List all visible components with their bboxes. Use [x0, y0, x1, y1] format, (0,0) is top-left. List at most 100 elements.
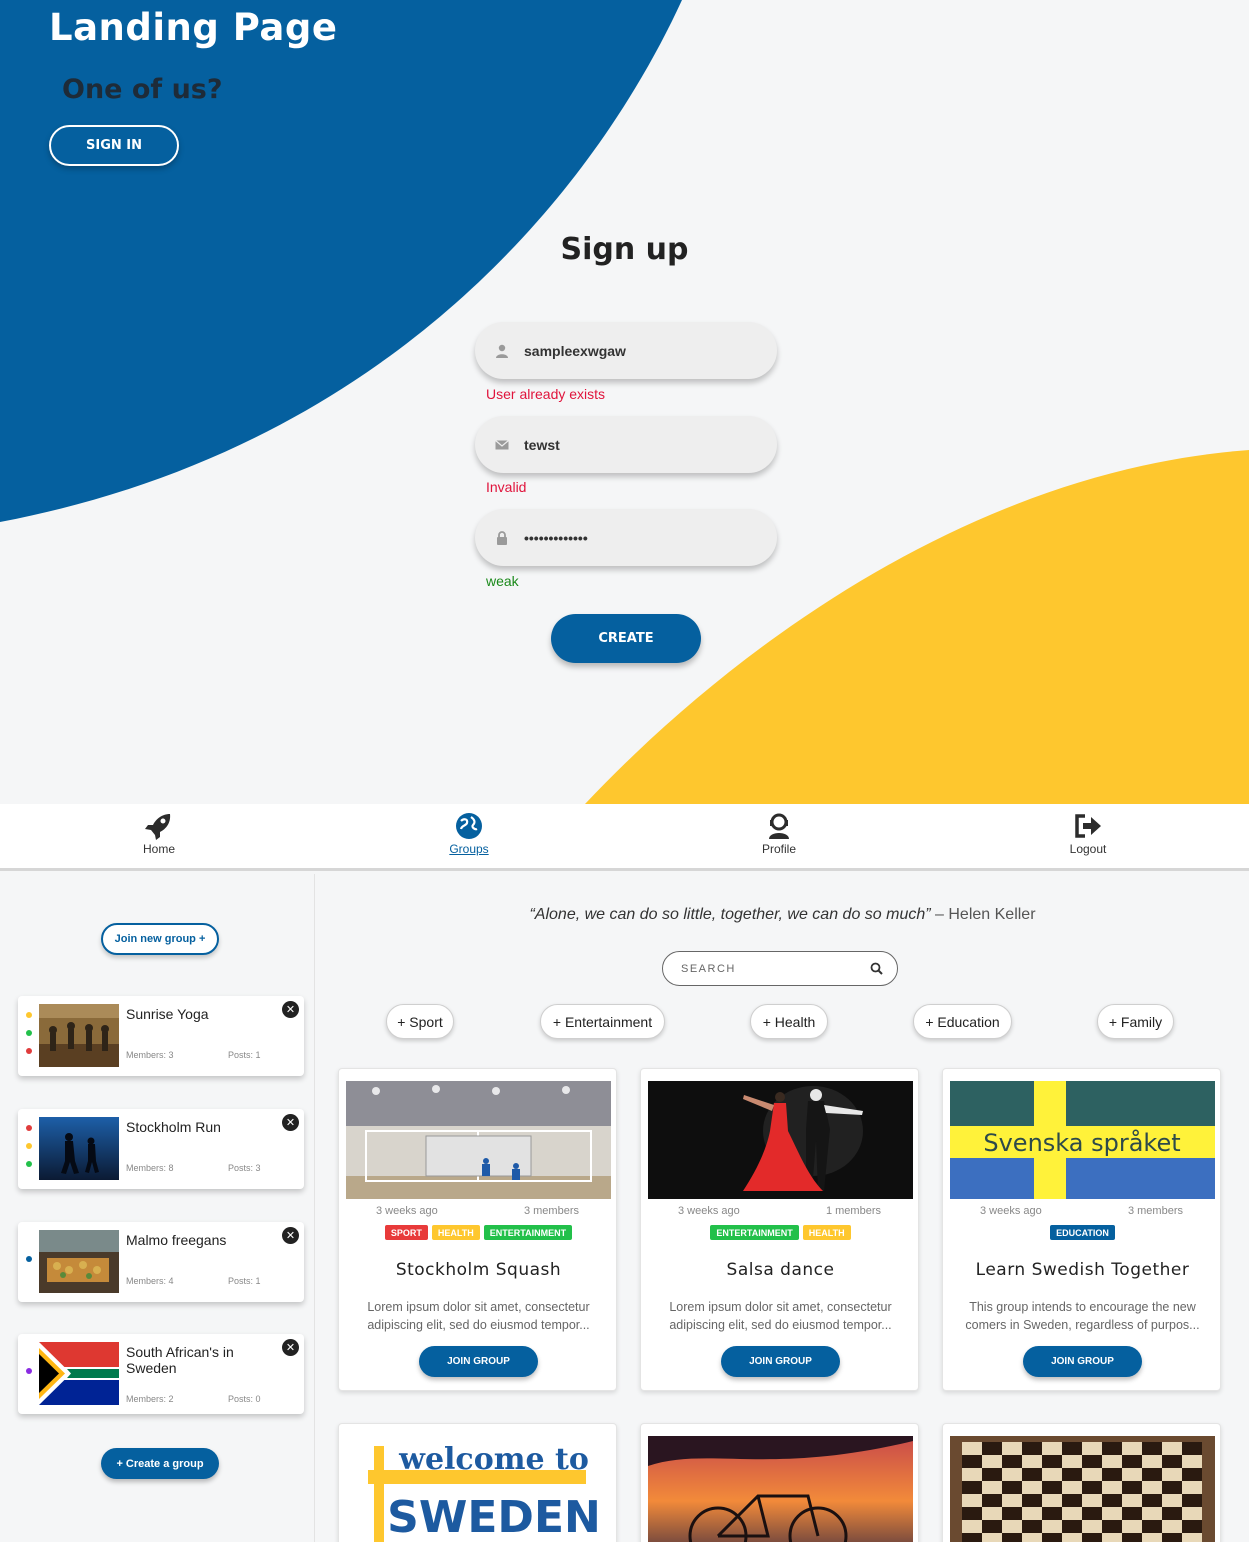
- category-sport[interactable]: + Sport: [386, 1004, 454, 1039]
- group-members: Members: 3: [126, 1050, 174, 1060]
- username-value: sampleexwgaw: [524, 342, 626, 359]
- group-posts: Posts: 3: [228, 1163, 261, 1173]
- group-card[interactable]: Sunrise Yoga Members: 3 Posts: 1 ✕: [18, 996, 304, 1076]
- group-thumbnail: [39, 1342, 119, 1405]
- close-icon[interactable]: ✕: [282, 1114, 299, 1131]
- category-dots: [26, 1368, 34, 1386]
- category-dots: [26, 1256, 34, 1274]
- card-image: [648, 1436, 913, 1542]
- groups-main: “Alone, we can do so little, together, w…: [316, 874, 1249, 1542]
- tag-sport: SPORT: [384, 1225, 428, 1240]
- sign-in-button[interactable]: SIGN IN: [49, 125, 179, 166]
- password-field[interactable]: •••••••••••••: [475, 509, 777, 566]
- card-members: 3 members: [523, 1205, 579, 1217]
- close-icon[interactable]: ✕: [282, 1001, 299, 1018]
- join-group-button[interactable]: JOIN GROUP: [419, 1346, 538, 1377]
- envelope-icon: [495, 438, 509, 452]
- group-card-learn-swedish[interactable]: Svenska språket 3 weeks ago 3 members ED…: [942, 1068, 1221, 1391]
- group-thumbnail: [39, 1230, 119, 1293]
- card-image: Svenska språket: [950, 1081, 1215, 1199]
- group-name: South African's in Sweden: [126, 1344, 234, 1376]
- category-health[interactable]: + Health: [750, 1004, 828, 1039]
- image-caption: Svenska språket: [983, 1128, 1180, 1157]
- main-nav: Home Groups Profile Logout: [0, 804, 1249, 871]
- group-card[interactable]: South African's in Sweden Members: 2 Pos…: [18, 1334, 304, 1414]
- nav-item-home[interactable]: Home: [109, 812, 209, 856]
- username-error: User already exists: [486, 386, 606, 402]
- quote-author: – Helen Keller: [930, 906, 1036, 923]
- group-card[interactable]: [640, 1423, 919, 1542]
- group-members: Members: 8: [126, 1163, 174, 1173]
- create-button[interactable]: CREATE: [551, 614, 701, 663]
- nav-item-logout[interactable]: Logout: [1038, 812, 1138, 856]
- tag-entertainment: ENTERTAINMENT: [710, 1225, 799, 1240]
- rocket-icon: [145, 814, 171, 840]
- username-field[interactable]: sampleexwgaw: [475, 322, 777, 379]
- group-card-stockholm-squash[interactable]: 3 weeks ago 3 members SPORT HEALTH ENTER…: [338, 1068, 617, 1391]
- group-name: Malmo freegans: [126, 1232, 227, 1248]
- card-members: 1 members: [825, 1205, 881, 1217]
- group-members: Members: 2: [126, 1394, 174, 1404]
- group-card[interactable]: [942, 1423, 1221, 1542]
- nav-label-logout: Logout: [1069, 842, 1107, 856]
- email-field[interactable]: tewst: [475, 416, 777, 473]
- group-card[interactable]: welcome to SWEDEN: [338, 1423, 617, 1542]
- group-card-salsa-dance[interactable]: 3 weeks ago 1 members ENTERTAINMENT HEAL…: [640, 1068, 919, 1391]
- card-image: [648, 1081, 913, 1199]
- groups-sidebar: Join new group + Sunrise Yoga Members: 3…: [0, 874, 315, 1542]
- group-posts: Posts: 1: [228, 1050, 261, 1060]
- category-dots: [26, 1012, 34, 1066]
- user-headset-icon: [769, 813, 789, 839]
- card-members: 3 members: [1127, 1205, 1183, 1217]
- email-error: Invalid: [486, 479, 527, 495]
- chess-image: [950, 1436, 1215, 1542]
- join-new-group-button[interactable]: Join new group +: [101, 923, 219, 955]
- user-icon: [495, 344, 509, 358]
- close-icon[interactable]: ✕: [282, 1339, 299, 1356]
- group-thumbnail: [39, 1117, 119, 1180]
- nav-item-profile[interactable]: Profile: [729, 812, 829, 856]
- password-strength: weak: [486, 573, 519, 589]
- group-card[interactable]: Stockholm Run Members: 8 Posts: 3 ✕: [18, 1109, 304, 1189]
- landing-section: Landing Page One of us? SIGN IN Sign up …: [0, 0, 1249, 804]
- group-posts: Posts: 0: [228, 1394, 261, 1404]
- card-title: Stockholm Squash: [395, 1260, 562, 1280]
- category-education[interactable]: + Education: [913, 1004, 1012, 1039]
- card-tags: SPORT HEALTH ENTERTAINMENT: [339, 1225, 618, 1240]
- background-shapes: [0, 0, 1249, 804]
- join-group-button[interactable]: JOIN GROUP: [1023, 1346, 1142, 1377]
- group-thumbnail: [39, 1004, 119, 1067]
- tag-entertainment: ENTERTAINMENT: [483, 1225, 573, 1240]
- lock-icon: [495, 530, 509, 545]
- group-members: Members: 4: [126, 1276, 174, 1286]
- logout-icon: [1075, 814, 1101, 838]
- card-tags: ENTERTAINMENT HEALTH: [641, 1225, 920, 1240]
- search-input[interactable]: [681, 962, 861, 975]
- signup-title: Sign up: [560, 232, 689, 267]
- nav-item-groups[interactable]: Groups: [419, 812, 519, 856]
- create-group-button[interactable]: + Create a group: [101, 1448, 219, 1479]
- card-image: welcome to SWEDEN: [346, 1436, 611, 1542]
- group-card[interactable]: Malmo freegans Members: 4 Posts: 1 ✕: [18, 1222, 304, 1302]
- card-title: Learn Swedish Together: [975, 1260, 1190, 1280]
- join-group-button[interactable]: JOIN GROUP: [721, 1346, 840, 1377]
- close-icon[interactable]: ✕: [282, 1227, 299, 1244]
- tag-health: HEALTH: [431, 1225, 480, 1240]
- category-dots: [26, 1125, 34, 1179]
- card-tags: EDUCATION: [943, 1225, 1222, 1240]
- tag-education: EDUCATION: [1050, 1225, 1115, 1240]
- category-family[interactable]: + Family: [1097, 1004, 1174, 1039]
- card-description: This group intends to encourage the new …: [965, 1300, 1200, 1332]
- group-posts: Posts: 1: [228, 1276, 261, 1286]
- card-description: Lorem ipsum dolor sit amet, consectetur …: [669, 1300, 892, 1332]
- card-time: 3 weeks ago: [980, 1205, 1042, 1217]
- search-bar[interactable]: [662, 951, 898, 986]
- category-entertainment[interactable]: + Entertainment: [540, 1004, 665, 1039]
- quote-text: “Alone, we can do so little, together, w…: [529, 906, 931, 923]
- search-icon[interactable]: [870, 962, 883, 975]
- globe-icon: [456, 813, 482, 839]
- email-value: tewst: [524, 436, 560, 453]
- page-subtitle: One of us?: [62, 74, 223, 105]
- card-time: 3 weeks ago: [678, 1205, 740, 1217]
- card-image: [346, 1081, 611, 1199]
